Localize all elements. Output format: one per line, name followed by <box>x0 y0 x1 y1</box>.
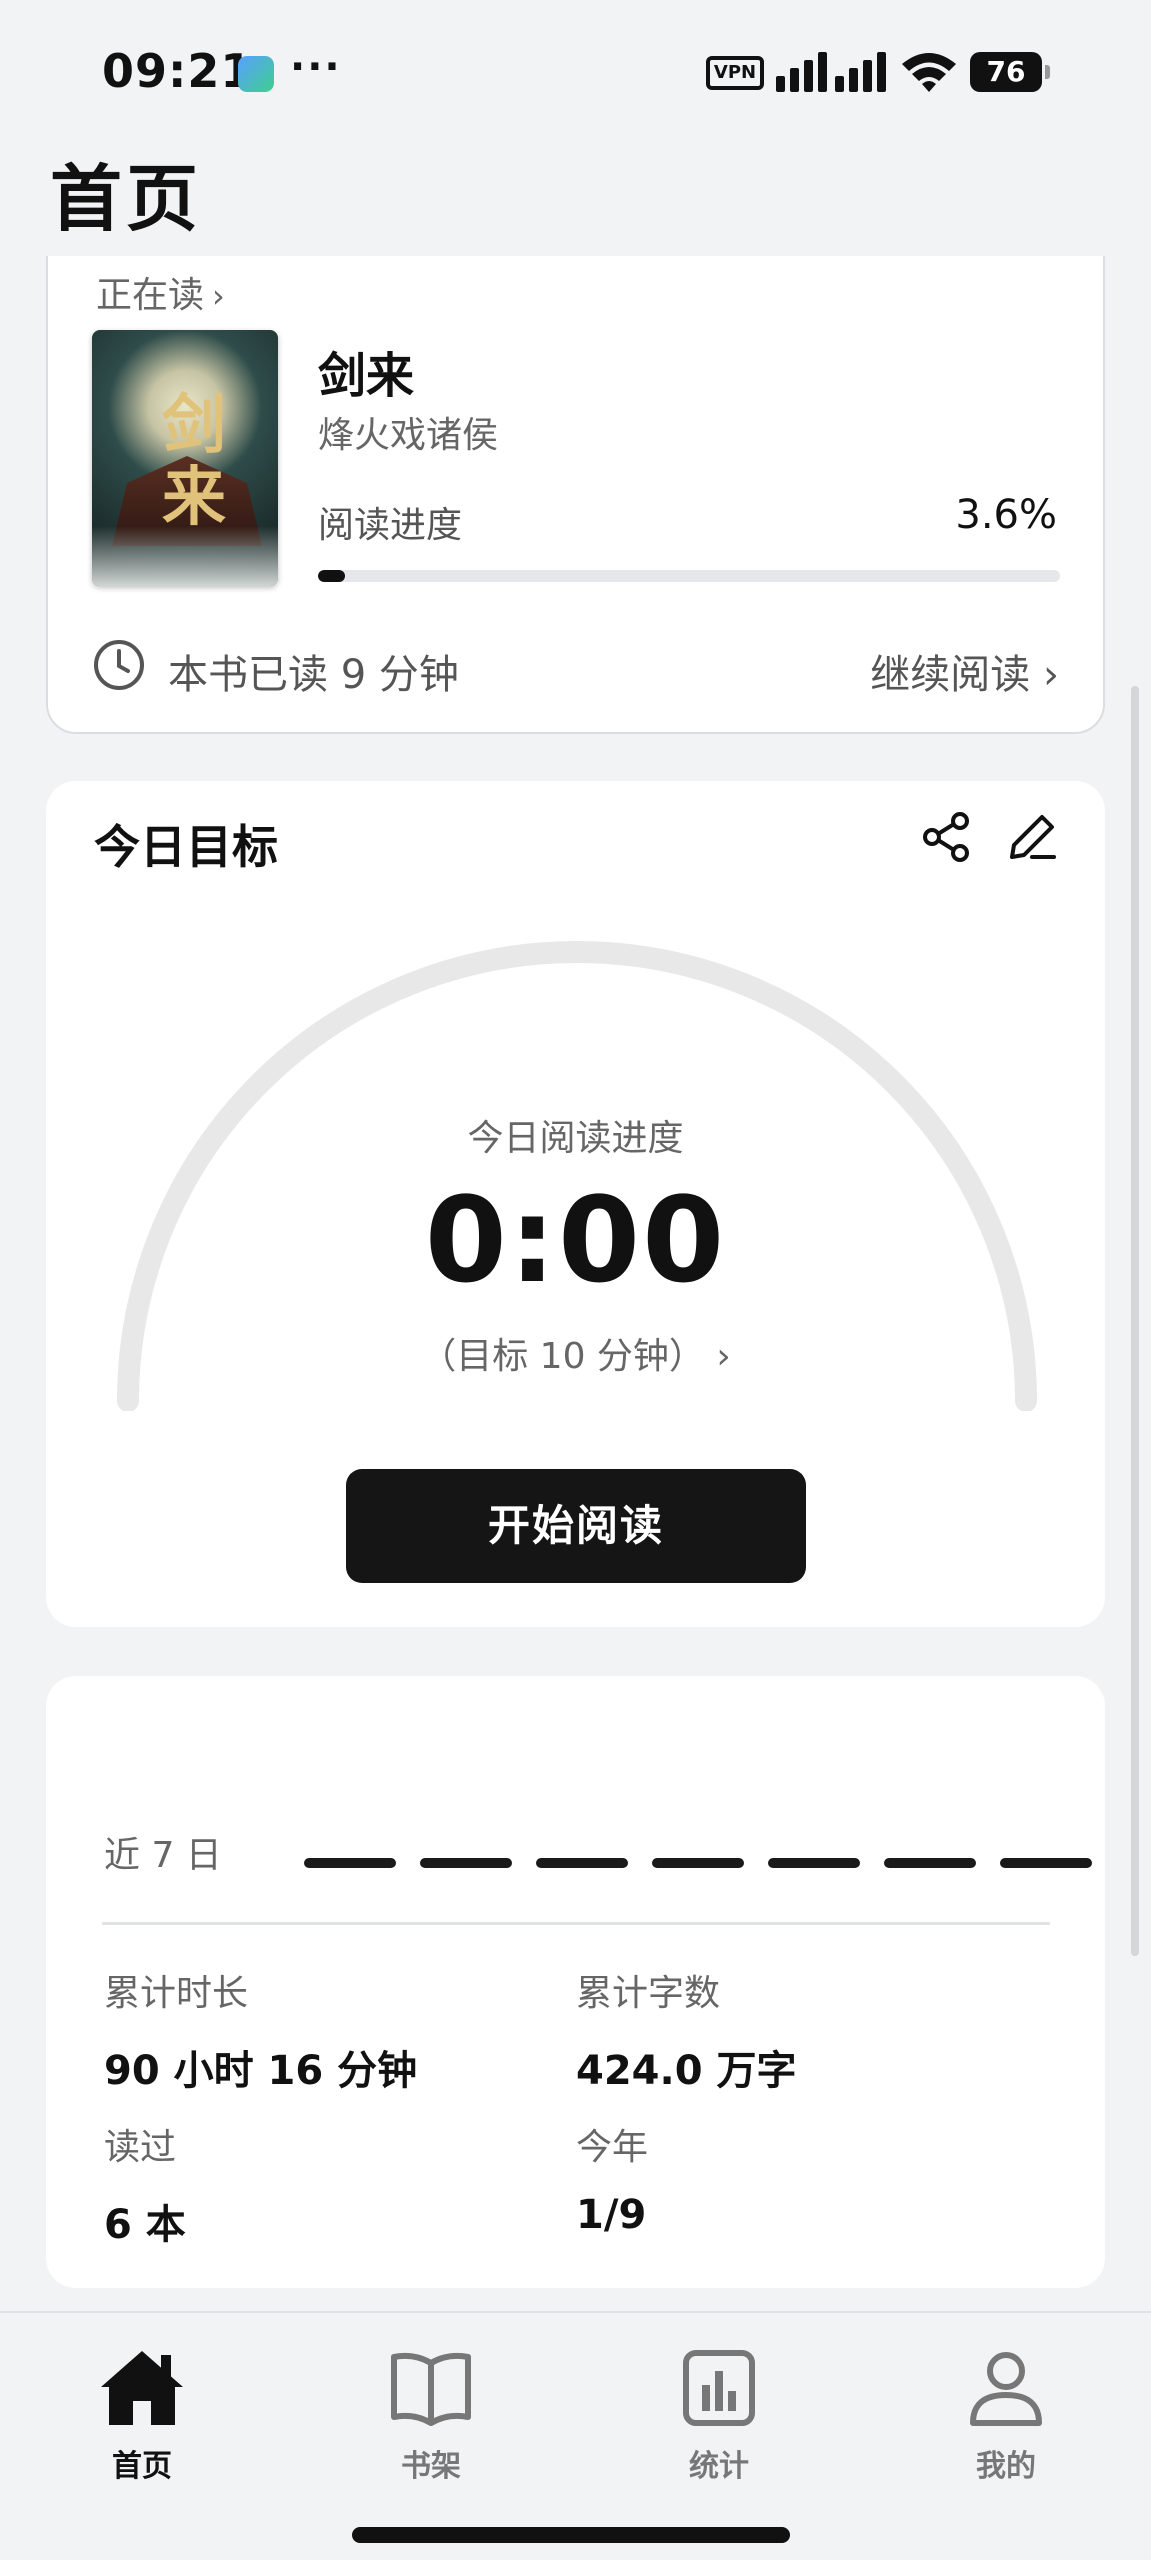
week-day-bar <box>536 1858 628 1868</box>
clock-icon <box>94 640 144 690</box>
week-bars <box>256 1858 1092 1870</box>
main-scroll-area[interactable]: 正在读 › 剑来 剑来 烽火戏诸侯 阅读进度 3.6% 本书已读 9 分钟 继续阅… <box>0 256 1151 2311</box>
start-reading-button[interactable]: 开始阅读 <box>346 1469 806 1583</box>
home-indicator[interactable] <box>352 2527 790 2543</box>
total-words-value: 424.0 万字 <box>576 2048 797 2094</box>
current-book-card[interactable]: 正在读 › 剑来 剑来 烽火戏诸侯 阅读进度 3.6% 本书已读 9 分钟 继续阅… <box>46 256 1105 734</box>
nav-label-bookshelf: 书架 <box>401 2449 461 2484</box>
nav-item-profile[interactable]: 我的 <box>906 2347 1106 2485</box>
goal-target-text: （目标 10 分钟） <box>420 1336 705 1377</box>
gauge-label: 今日阅读进度 <box>467 1118 684 1159</box>
books-read-stat: 读过 6 本 <box>104 2118 186 2250</box>
nav-item-bookshelf[interactable]: 书架 <box>331 2347 531 2485</box>
week-label: 近 7 日 <box>104 1835 222 1876</box>
daily-goal-card: 今日目标 今日阅读进度 0:00 （目标 10 分钟） › 开始阅读 <box>46 781 1105 1627</box>
book-time-row: 本书已读 9 分钟 继续阅读 › <box>92 636 1059 698</box>
reading-progress-value: 3.6% <box>955 492 1057 538</box>
chevron-right-icon: › <box>1043 652 1059 698</box>
status-time: 09:21 <box>102 44 254 98</box>
week-day-bar <box>420 1858 512 1868</box>
this-year-label: 今年 <box>576 2127 649 2168</box>
wifi-icon <box>902 53 956 92</box>
cover-title-art: 剑来 <box>162 388 226 535</box>
stats-divider <box>102 1922 1050 1925</box>
this-year-value: 1/9 <box>576 2192 647 2238</box>
more-notifications-icon: ··· <box>290 44 342 90</box>
chevron-right-icon: › <box>212 277 225 315</box>
bottom-nav: 首页 书架 统计 我的 <box>0 2311 1151 2560</box>
edit-icon[interactable] <box>1002 807 1062 867</box>
this-year-stat: 今年 1/9 <box>576 2118 648 2238</box>
nav-label-home: 首页 <box>112 2449 172 2484</box>
continue-reading-link[interactable]: 继续阅读 › <box>870 642 1059 700</box>
book-open-icon <box>391 2352 471 2426</box>
book-author: 烽火戏诸侯 <box>318 415 499 456</box>
book-cover[interactable]: 剑来 <box>92 330 278 586</box>
nav-item-home[interactable]: 首页 <box>42 2347 242 2485</box>
nav-label-profile: 我的 <box>976 2449 1036 2484</box>
goal-target-link[interactable]: （目标 10 分钟） › <box>46 1327 1105 1379</box>
reading-progress-bar <box>318 570 1060 582</box>
continue-reading-label: 继续阅读 <box>870 652 1031 698</box>
cellular-signal-icon <box>776 52 886 92</box>
stats-card: 近 7 日 累计时长 90 小时 16 分钟 累计字数 424.0 万字 读过 … <box>46 1676 1105 2288</box>
currently-reading-label: 正在读 <box>96 275 205 316</box>
reading-progress-label: 阅读进度 <box>318 505 463 546</box>
book-title: 剑来 <box>318 348 415 404</box>
vpn-icon: VPN <box>706 56 764 90</box>
nav-label-stats: 统计 <box>689 2449 749 2484</box>
chart-icon <box>683 2350 755 2426</box>
currently-reading-link[interactable]: 正在读 › <box>96 266 225 318</box>
book-time-read: 本书已读 9 分钟 <box>168 652 459 698</box>
nav-item-stats[interactable]: 统计 <box>619 2347 819 2485</box>
week-day-bar <box>304 1858 396 1868</box>
week-day-bar <box>768 1858 860 1868</box>
books-read-label: 读过 <box>104 2127 177 2168</box>
page-title: 首页 <box>50 157 203 241</box>
total-time-label: 累计时长 <box>104 1973 249 2014</box>
total-time-value: 90 小时 16 分钟 <box>104 2048 418 2094</box>
home-icon <box>101 2351 183 2425</box>
week-day-bar <box>652 1858 744 1868</box>
daily-goal-title: 今日目标 <box>94 820 278 874</box>
reading-progress-fill <box>318 570 345 582</box>
share-icon[interactable] <box>916 807 976 867</box>
week-day-bar <box>884 1858 976 1868</box>
gauge-value: 0:00 <box>424 1171 727 1309</box>
total-time-stat: 累计时长 90 小时 16 分钟 <box>104 1964 417 2096</box>
week-day-bar <box>1000 1858 1092 1868</box>
scrollbar[interactable] <box>1131 686 1139 1956</box>
total-words-stat: 累计字数 424.0 万字 <box>576 1964 796 2096</box>
battery-icon: 76 <box>970 52 1050 92</box>
chevron-right-icon: › <box>716 1336 731 1377</box>
total-words-label: 累计字数 <box>576 1973 721 2014</box>
books-read-value: 6 本 <box>104 2202 186 2248</box>
user-icon <box>970 2352 1042 2426</box>
app-notification-icon <box>238 56 274 92</box>
status-bar: 09:21 ··· VPN 76 <box>0 0 1151 140</box>
